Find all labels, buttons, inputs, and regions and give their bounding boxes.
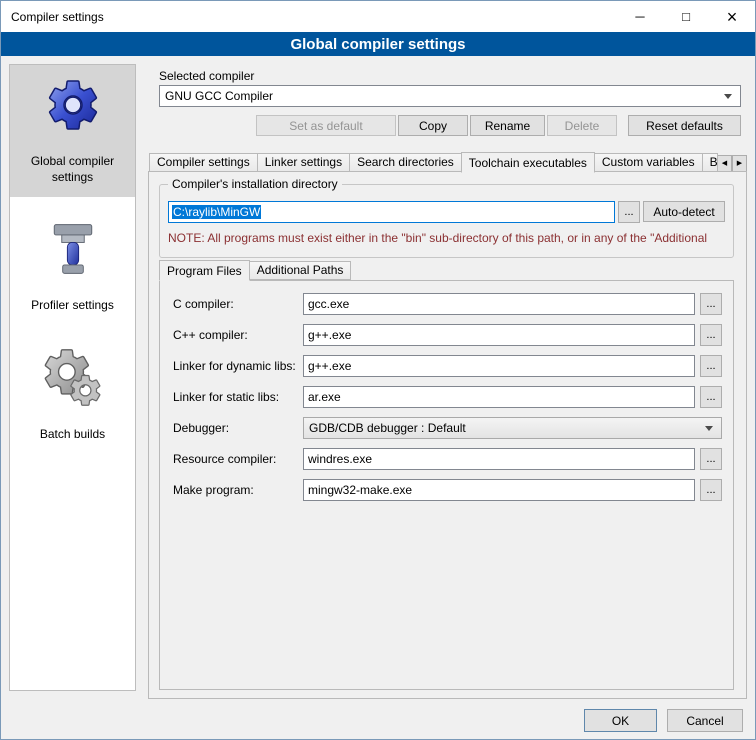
dynamic-linker-browse-button[interactable]: ... xyxy=(700,355,722,377)
cpp-compiler-browse-button[interactable]: ... xyxy=(700,324,722,346)
maximize-icon: □ xyxy=(682,9,690,24)
sidebar-item-label: Profiler settings xyxy=(31,297,114,313)
resource-compiler-browse-button[interactable]: ... xyxy=(700,448,722,470)
cpp-compiler-input[interactable] xyxy=(303,324,695,346)
left-arrow-icon: ◀ xyxy=(722,160,727,167)
installation-directory-input[interactable]: C:\raylib\MinGW xyxy=(168,201,615,223)
selected-compiler-value: GNU GCC Compiler xyxy=(165,89,273,103)
dynamic-linker-input[interactable] xyxy=(303,355,695,377)
toolchain-executables-panel: Compiler's installation directory C:\ray… xyxy=(148,171,747,699)
make-program-input[interactable] xyxy=(303,479,695,501)
static-linker-browse-button[interactable]: ... xyxy=(700,386,722,408)
debugger-row: Debugger: GDB/CDB debugger : Default xyxy=(173,417,722,439)
reset-defaults-button[interactable]: Reset defaults xyxy=(628,115,741,136)
make-program-row: Make program: ... xyxy=(173,479,722,501)
c-compiler-row: C compiler: ... xyxy=(173,293,722,315)
ok-button[interactable]: OK xyxy=(584,709,657,732)
cpp-compiler-row: C++ compiler: ... xyxy=(173,324,722,346)
debugger-label: Debugger: xyxy=(173,421,303,435)
debugger-dropdown[interactable]: GDB/CDB debugger : Default xyxy=(303,417,722,439)
static-linker-input[interactable] xyxy=(303,386,695,408)
selected-compiler-label: Selected compiler xyxy=(159,69,254,83)
settings-tab-strip: Compiler settings Linker settings Search… xyxy=(149,151,747,172)
maximize-button[interactable]: □ xyxy=(663,1,709,32)
resource-compiler-label: Resource compiler: xyxy=(173,452,303,466)
window-controls: ─ □ × xyxy=(617,1,755,32)
cancel-button[interactable]: Cancel xyxy=(667,709,743,732)
c-compiler-browse-button[interactable]: ... xyxy=(700,293,722,315)
c-compiler-label: C compiler: xyxy=(173,297,303,311)
cpp-compiler-label: C++ compiler: xyxy=(173,328,303,342)
chevron-down-icon xyxy=(724,94,732,99)
resource-compiler-input[interactable] xyxy=(303,448,695,470)
sidebar-item-global-compiler-settings[interactable]: Global compiler settings xyxy=(10,65,135,197)
installation-directory-row: C:\raylib\MinGW ... Auto-detect xyxy=(168,201,725,223)
close-icon: × xyxy=(727,8,738,26)
tab-compiler-settings[interactable]: Compiler settings xyxy=(149,153,258,172)
debugger-value: GDB/CDB debugger : Default xyxy=(309,421,466,435)
resource-compiler-row: Resource compiler: ... xyxy=(173,448,722,470)
compiler-action-buttons: Set as default Copy Rename Delete Reset … xyxy=(159,115,741,136)
blue-gear-icon xyxy=(43,75,103,135)
auto-detect-button[interactable]: Auto-detect xyxy=(643,201,725,222)
note-text: NOTE: All programs must exist either in … xyxy=(168,231,731,245)
minimize-icon: ─ xyxy=(635,9,644,24)
delete-button[interactable]: Delete xyxy=(547,115,617,136)
sidebar-item-profiler-settings[interactable]: Profiler settings xyxy=(10,209,135,325)
program-files-tab-strip: Program Files Additional Paths xyxy=(159,260,350,280)
copy-button[interactable]: Copy xyxy=(398,115,468,136)
rename-button[interactable]: Rename xyxy=(470,115,545,136)
compiler-settings-dialog: Compiler settings ─ □ × Global compiler … xyxy=(0,0,756,740)
tab-build-clipped[interactable]: Buil xyxy=(702,153,718,172)
browse-directory-button[interactable]: ... xyxy=(618,201,640,223)
chevron-down-icon xyxy=(705,426,713,431)
sidebar-item-batch-builds[interactable]: Batch builds xyxy=(10,338,135,454)
tab-scroll-right-button[interactable]: ▶ xyxy=(732,155,747,172)
c-compiler-input[interactable] xyxy=(303,293,695,315)
dynamic-linker-row: Linker for dynamic libs: ... xyxy=(173,355,722,377)
close-button[interactable]: × xyxy=(709,1,755,32)
window-title: Compiler settings xyxy=(1,10,104,24)
make-program-label: Make program: xyxy=(173,483,303,497)
set-as-default-button[interactable]: Set as default xyxy=(256,115,396,136)
sidebar-item-label: Batch builds xyxy=(40,426,105,442)
tab-custom-variables[interactable]: Custom variables xyxy=(594,153,703,172)
minimize-button[interactable]: ─ xyxy=(617,1,663,32)
static-linker-row: Linker for static libs: ... xyxy=(173,386,722,408)
dynamic-linker-label: Linker for dynamic libs: xyxy=(173,359,303,373)
main-content: Selected compiler GNU GCC Compiler Set a… xyxy=(146,64,749,699)
tab-linker-settings[interactable]: Linker settings xyxy=(257,153,350,172)
program-files-panel: C compiler: ... C++ compiler: ... Linker… xyxy=(159,280,734,690)
tab-scroll-left-button[interactable]: ◀ xyxy=(717,155,732,172)
tab-program-files[interactable]: Program Files xyxy=(159,260,250,281)
installation-directory-groupbox: Compiler's installation directory C:\ray… xyxy=(159,184,734,258)
selected-compiler-dropdown[interactable]: GNU GCC Compiler xyxy=(159,85,741,107)
tab-search-directories[interactable]: Search directories xyxy=(349,153,462,172)
profiler-tool-icon xyxy=(43,219,103,279)
tab-additional-paths[interactable]: Additional Paths xyxy=(249,261,352,280)
sidebar-item-label: Global compiler settings xyxy=(14,153,131,185)
installation-directory-title: Compiler's installation directory xyxy=(168,177,342,191)
page-title: Global compiler settings xyxy=(1,32,755,56)
right-arrow-icon: ▶ xyxy=(737,160,742,167)
installation-directory-value: C:\raylib\MinGW xyxy=(172,205,261,219)
title-bar[interactable]: Compiler settings ─ □ × xyxy=(1,1,755,32)
gray-gears-icon xyxy=(43,348,103,408)
static-linker-label: Linker for static libs: xyxy=(173,390,303,404)
tab-toolchain-executables[interactable]: Toolchain executables xyxy=(461,152,595,173)
make-program-browse-button[interactable]: ... xyxy=(700,479,722,501)
settings-category-list: Global compiler settings Profiler settin… xyxy=(9,64,136,691)
